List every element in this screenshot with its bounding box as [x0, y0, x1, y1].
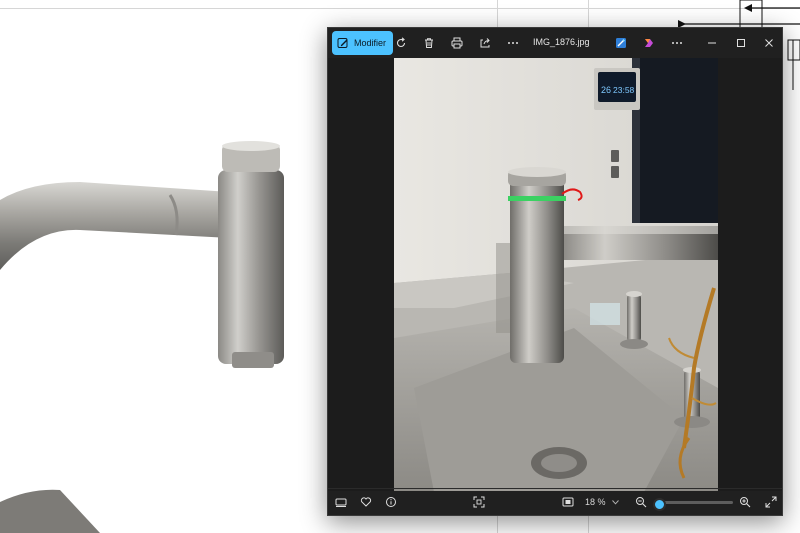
image-viewer[interactable]: 26 23:58	[328, 58, 782, 491]
favorite-button[interactable]	[357, 493, 375, 511]
draw-button[interactable]	[611, 33, 631, 53]
zoom-out-icon	[636, 497, 647, 508]
more-icon	[672, 42, 682, 44]
actual-size-button[interactable]	[559, 493, 577, 511]
zoom-in-icon	[740, 497, 751, 508]
favorite-icon	[360, 497, 372, 507]
fit-button[interactable]	[470, 493, 488, 511]
background-faucet-image	[0, 141, 284, 533]
chevron-down-icon	[611, 499, 619, 505]
zoom-level-label: 18 %	[585, 497, 606, 507]
bottom-bar: 18 %	[328, 488, 782, 515]
filmstrip-icon	[335, 498, 347, 507]
edit-icon	[337, 38, 348, 48]
actual-size-icon	[562, 497, 574, 507]
zoom-in-button[interactable]	[736, 493, 754, 511]
rotate-button[interactable]	[391, 33, 411, 53]
delete-button[interactable]	[419, 33, 439, 53]
fullscreen-button[interactable]	[762, 493, 780, 511]
photos-app-window: Modifier IMG_1876.jpg 26 23:58 18 %	[327, 27, 783, 516]
rotate-icon	[396, 37, 406, 48]
delete-icon	[425, 38, 433, 48]
zoom-level-dropdown[interactable]: 18 %	[581, 493, 625, 511]
clock-day: 26	[601, 85, 611, 95]
zoom-out-button[interactable]	[632, 493, 650, 511]
print-icon	[451, 37, 463, 49]
share-icon	[480, 38, 490, 48]
fit-icon	[473, 496, 485, 508]
maximize-button[interactable]	[728, 33, 754, 53]
copilot-icon	[645, 39, 653, 47]
minimize-icon	[708, 42, 716, 44]
minimize-button[interactable]	[699, 33, 725, 53]
title-bar: Modifier IMG_1876.jpg	[328, 28, 782, 58]
zoom-slider[interactable]	[652, 498, 733, 511]
edit-button-label: Modifier	[354, 38, 387, 48]
share-button[interactable]	[475, 33, 495, 53]
more-options-button[interactable]	[503, 33, 523, 53]
filmstrip-button[interactable]	[332, 493, 350, 511]
copilot-button[interactable]	[639, 33, 659, 53]
clock-time: 23:58	[613, 85, 635, 95]
zoom-slider-thumb[interactable]	[652, 498, 666, 511]
fullscreen-icon	[765, 496, 777, 508]
draw-icon	[616, 38, 626, 48]
more-icon	[508, 42, 518, 44]
see-more-button[interactable]	[667, 33, 687, 53]
print-button[interactable]	[447, 33, 467, 53]
photo: 26 23:58	[394, 58, 718, 491]
maximize-icon	[737, 39, 745, 47]
file-name: IMG_1876.jpg	[533, 37, 590, 47]
close-button[interactable]	[756, 33, 782, 53]
edit-button[interactable]: Modifier	[332, 31, 394, 55]
info-icon	[386, 497, 396, 507]
close-icon	[765, 39, 773, 47]
info-button[interactable]	[382, 493, 400, 511]
